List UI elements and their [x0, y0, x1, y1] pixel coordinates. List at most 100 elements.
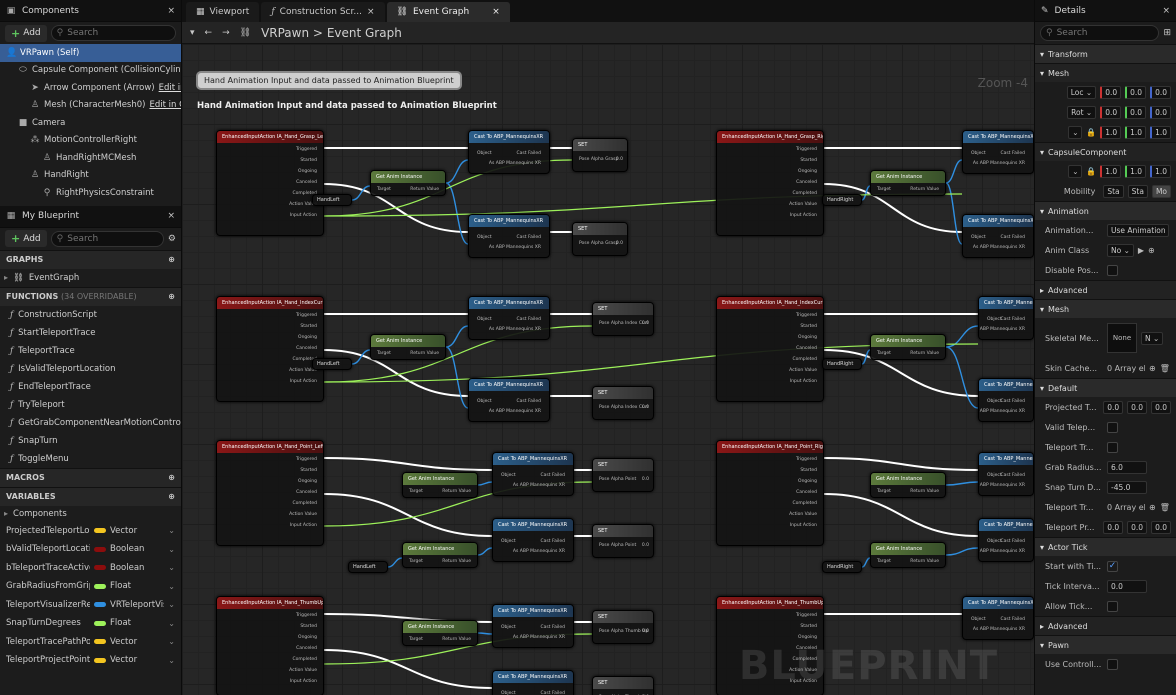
- node-pin[interactable]: Object: [477, 317, 492, 322]
- gear-icon[interactable]: ⚙: [168, 234, 176, 244]
- close-icon[interactable]: ×: [367, 7, 375, 17]
- node-pin[interactable]: 0.0: [642, 543, 649, 548]
- graph-node-green[interactable]: Get Anim Instance Target Return Value: [402, 472, 478, 498]
- graph-node-green[interactable]: Get Anim Instance Target Return Value: [402, 542, 478, 568]
- node-pin[interactable]: 0.0: [642, 629, 649, 634]
- close-icon[interactable]: ×: [492, 7, 500, 17]
- node-pin[interactable]: Action Value: [789, 368, 817, 373]
- node-pin[interactable]: Ongoing: [798, 635, 817, 640]
- graph-node-blue[interactable]: Cast To ABP_MannequinsXRObjectCast Faile…: [962, 130, 1034, 174]
- node-pin[interactable]: Cast Failed: [1001, 539, 1026, 544]
- variable-getter-node[interactable]: HandLeft: [312, 358, 352, 370]
- node-pin[interactable]: Input Action: [290, 679, 317, 684]
- add-circle-icon[interactable]: ⊕: [168, 473, 175, 482]
- node-pin[interactable]: Target: [877, 351, 891, 356]
- node-pin[interactable]: As ABP Mannequins XR: [979, 327, 1025, 332]
- close-icon[interactable]: ×: [1162, 6, 1170, 16]
- node-pin[interactable]: Triggered: [296, 147, 317, 152]
- graph-node-green[interactable]: Get Anim Instance Target Return Value: [870, 170, 946, 196]
- node-pin[interactable]: Canceled: [296, 180, 317, 185]
- capsule-subsection[interactable]: ▾ CapsuleComponent: [1035, 142, 1176, 161]
- node-pin[interactable]: Ongoing: [298, 479, 317, 484]
- node-pin[interactable]: Input Action: [290, 523, 317, 528]
- tab-construction-script[interactable]: ƒ Construction Scr... ×: [261, 2, 385, 22]
- chevron-down-icon[interactable]: ⌄: [168, 637, 175, 646]
- node-pin[interactable]: As ABP Mannequins XR: [489, 161, 541, 166]
- loc-z-field[interactable]: 0.0: [1150, 85, 1171, 99]
- component-tree-item[interactable]: ➤ Arrow Component (Arrow) Edit in C++: [0, 79, 181, 97]
- component-tree-item[interactable]: ⬭ Capsule Component (CollisionCylinder): [0, 62, 181, 80]
- advanced-section-2[interactable]: ▸ Advanced: [1035, 616, 1176, 635]
- add-component-button[interactable]: + Add: [5, 24, 47, 42]
- node-pin[interactable]: Completed: [292, 657, 317, 662]
- node-pin[interactable]: Cast Failed: [541, 473, 566, 478]
- graph-node-blue[interactable]: Cast To ABP_MannequinsXRObjectCast Faile…: [962, 596, 1034, 640]
- chevron-down-icon[interactable]: ⌄: [168, 656, 175, 665]
- loc-y-field[interactable]: 0.0: [1125, 85, 1147, 99]
- components-tab[interactable]: ▣ Components ×: [0, 0, 181, 22]
- node-pin[interactable]: Object: [477, 399, 492, 404]
- components-search-input[interactable]: [67, 28, 170, 38]
- graph-node-blue[interactable]: Cast To ABP_MannequinsXRObjectCast Faile…: [978, 518, 1034, 562]
- node-pin[interactable]: Object: [987, 539, 1002, 544]
- proj-x-field[interactable]: 0.0: [1103, 400, 1124, 414]
- node-pin[interactable]: As ABP Mannequins XR: [973, 627, 1025, 632]
- graph-node-blue[interactable]: Cast To ABP_MannequinsXRObjectCast Faile…: [492, 452, 574, 496]
- node-pin[interactable]: Pose Alpha Point: [599, 477, 636, 482]
- variable-getter-node[interactable]: HandLeft: [312, 194, 352, 206]
- node-pin[interactable]: Started: [800, 624, 817, 629]
- node-pin[interactable]: Triggered: [796, 313, 817, 318]
- grid-view-icon[interactable]: ⊞: [1163, 28, 1171, 38]
- node-pin[interactable]: As ABP Mannequins XR: [973, 245, 1025, 250]
- location-mode-select[interactable]: Loc ⌄: [1066, 85, 1097, 99]
- node-pin[interactable]: Cast Failed: [1001, 473, 1026, 478]
- node-pin[interactable]: Started: [300, 158, 317, 163]
- components-group[interactable]: ▸ Components: [0, 506, 181, 522]
- variable-getter-node[interactable]: HandRight: [822, 194, 862, 206]
- node-pin[interactable]: Completed: [792, 191, 817, 196]
- close-icon[interactable]: ×: [167, 211, 175, 221]
- node-pin[interactable]: Started: [300, 324, 317, 329]
- actor-tick-section[interactable]: ▾ Actor Tick: [1035, 537, 1176, 556]
- add-circle-icon[interactable]: ⊕: [168, 255, 175, 264]
- scale-y-field[interactable]: 1.0: [1125, 125, 1147, 139]
- graph-node-red[interactable]: EnhancedInputAction IA_Hand_Grasp_Left Tr…: [216, 130, 324, 236]
- node-pin[interactable]: Return Value: [910, 559, 939, 564]
- node-pin[interactable]: As ABP Mannequins XR: [973, 161, 1025, 166]
- graph-node-blue[interactable]: Cast To ABP_MannequinsXRObjectCast Faile…: [978, 296, 1034, 340]
- node-pin[interactable]: 0.0: [616, 157, 623, 162]
- variable-item[interactable]: ProjectedTeleportLocation Vector ⌄: [0, 522, 181, 541]
- node-pin[interactable]: Cast Failed: [1001, 235, 1026, 240]
- node-pin[interactable]: Object: [987, 317, 1002, 322]
- trash-icon[interactable]: 🗑: [1160, 364, 1170, 373]
- component-tree-item[interactable]: ■ Camera: [0, 114, 181, 132]
- close-icon[interactable]: ×: [167, 6, 175, 16]
- node-pin[interactable]: Target: [877, 489, 891, 494]
- capsule-y-field[interactable]: 1.0: [1125, 164, 1147, 178]
- tab-viewport[interactable]: ▦ Viewport: [186, 2, 260, 22]
- capsule-z-field[interactable]: 1.0: [1150, 164, 1171, 178]
- node-pin[interactable]: Triggered: [296, 457, 317, 462]
- node-pin[interactable]: Completed: [792, 357, 817, 362]
- components-search[interactable]: ⚲: [50, 25, 176, 41]
- node-pin[interactable]: Target: [377, 351, 391, 356]
- node-pin[interactable]: Started: [800, 158, 817, 163]
- node-pin[interactable]: Return Value: [910, 489, 939, 494]
- component-tree-item[interactable]: ♙ HandRightMCMesh: [0, 149, 181, 167]
- my-blueprint-search[interactable]: ⚲: [50, 230, 164, 247]
- graph-node-grey[interactable]: SETPose Alpha Thumb Up0.0: [592, 676, 654, 695]
- proj-y-field[interactable]: 0.0: [1127, 400, 1148, 414]
- node-pin[interactable]: Return Value: [410, 351, 439, 356]
- function-item[interactable]: ƒ GetGrabComponentNearMotionController: [0, 414, 181, 432]
- graph-node-blue[interactable]: Cast To ABP_MannequinsXRObjectCast Faile…: [492, 518, 574, 562]
- mobility-static[interactable]: Sta: [1103, 184, 1124, 198]
- graph-node-grey[interactable]: SETPose Alpha Thumb Up0.0: [592, 610, 654, 644]
- back-arrow-icon[interactable]: ←: [205, 28, 213, 38]
- graph-node-red[interactable]: EnhancedInputAction IA_Hand_IndexCurl_Le…: [216, 296, 324, 402]
- node-pin[interactable]: Target: [377, 187, 391, 192]
- allow-tick-checkbox[interactable]: [1107, 600, 1118, 612]
- add-circle-icon[interactable]: ⊕: [168, 292, 175, 301]
- grab-radius-field[interactable]: 6.0: [1107, 460, 1147, 474]
- function-item[interactable]: ƒ StartTeleportTrace: [0, 324, 181, 342]
- node-pin[interactable]: Target: [409, 489, 423, 494]
